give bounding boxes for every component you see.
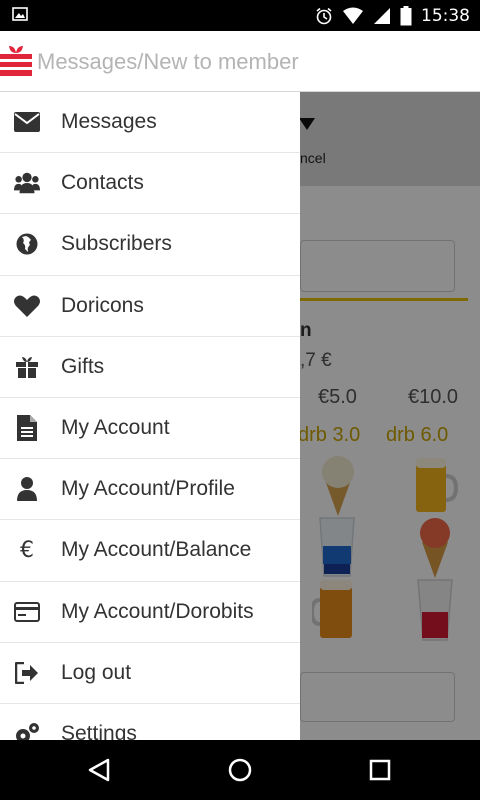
recents-icon[interactable] (365, 755, 395, 785)
drawer-item-label: Log out (61, 660, 132, 684)
drawer-item-label: My Account/Balance (61, 538, 252, 562)
users-icon (14, 170, 40, 196)
drawer-item-messages[interactable]: Messages (0, 92, 300, 154)
drawer-item-log-out[interactable]: Log out (0, 643, 300, 704)
envelope-icon (14, 109, 40, 135)
gift-logo-icon[interactable] (0, 44, 32, 78)
drawer-item-subscribers[interactable]: Subscribers (0, 214, 300, 276)
drawer-item-my-account-balance[interactable]: € My Account/Balance (0, 520, 300, 582)
alarm-icon (316, 7, 332, 24)
drawer-item-label: My Account/Profile (61, 477, 235, 501)
drawer-item-my-account[interactable]: My Account (0, 398, 300, 460)
heart-icon (14, 293, 40, 319)
image-icon (12, 7, 28, 21)
wifi-icon (343, 7, 363, 24)
globe-icon (14, 231, 40, 257)
drawer-item-doricons[interactable]: Doricons (0, 276, 300, 337)
drawer-item-settings[interactable]: Settings (0, 704, 300, 740)
battery-icon (400, 5, 412, 25)
page-title: Messages/New to member (37, 49, 299, 74)
drawer-item-label: Subscribers (61, 232, 172, 256)
gift-icon (14, 354, 40, 380)
system-nav-bar (0, 740, 480, 800)
person-icon (14, 476, 40, 502)
back-icon[interactable] (84, 755, 114, 785)
home-icon[interactable] (225, 755, 255, 785)
signal-icon (374, 7, 390, 24)
action-bar: Messages/New to member (0, 31, 480, 92)
logout-icon (14, 660, 40, 686)
drawer-item-my-account-dorobits[interactable]: My Account/Dorobits (0, 582, 300, 643)
credit-card-icon (14, 599, 40, 625)
drawer-item-label: Messages (61, 110, 157, 134)
drawer-item-label: Gifts (61, 354, 105, 378)
euro-icon: € (20, 537, 34, 563)
drawer-item-label: Doricons (61, 293, 144, 317)
clock: 15:38 (421, 5, 470, 26)
gears-icon (14, 721, 40, 740)
drawer-item-label: My Account/Dorobits (61, 599, 254, 623)
drawer-item-label: My Account (61, 416, 170, 440)
drawer-item-label: Contacts (61, 171, 144, 195)
drawer-item-label: Settings (61, 721, 137, 740)
drawer-item-my-account-profile[interactable]: My Account/Profile (0, 459, 300, 521)
navigation-drawer: Messages Contacts Subscribers Doricons G… (0, 92, 300, 740)
drawer-item-contacts[interactable]: Contacts (0, 153, 300, 215)
status-bar: 15:38 (0, 0, 480, 31)
document-icon (14, 415, 40, 442)
drawer-item-gifts[interactable]: Gifts (0, 337, 300, 398)
